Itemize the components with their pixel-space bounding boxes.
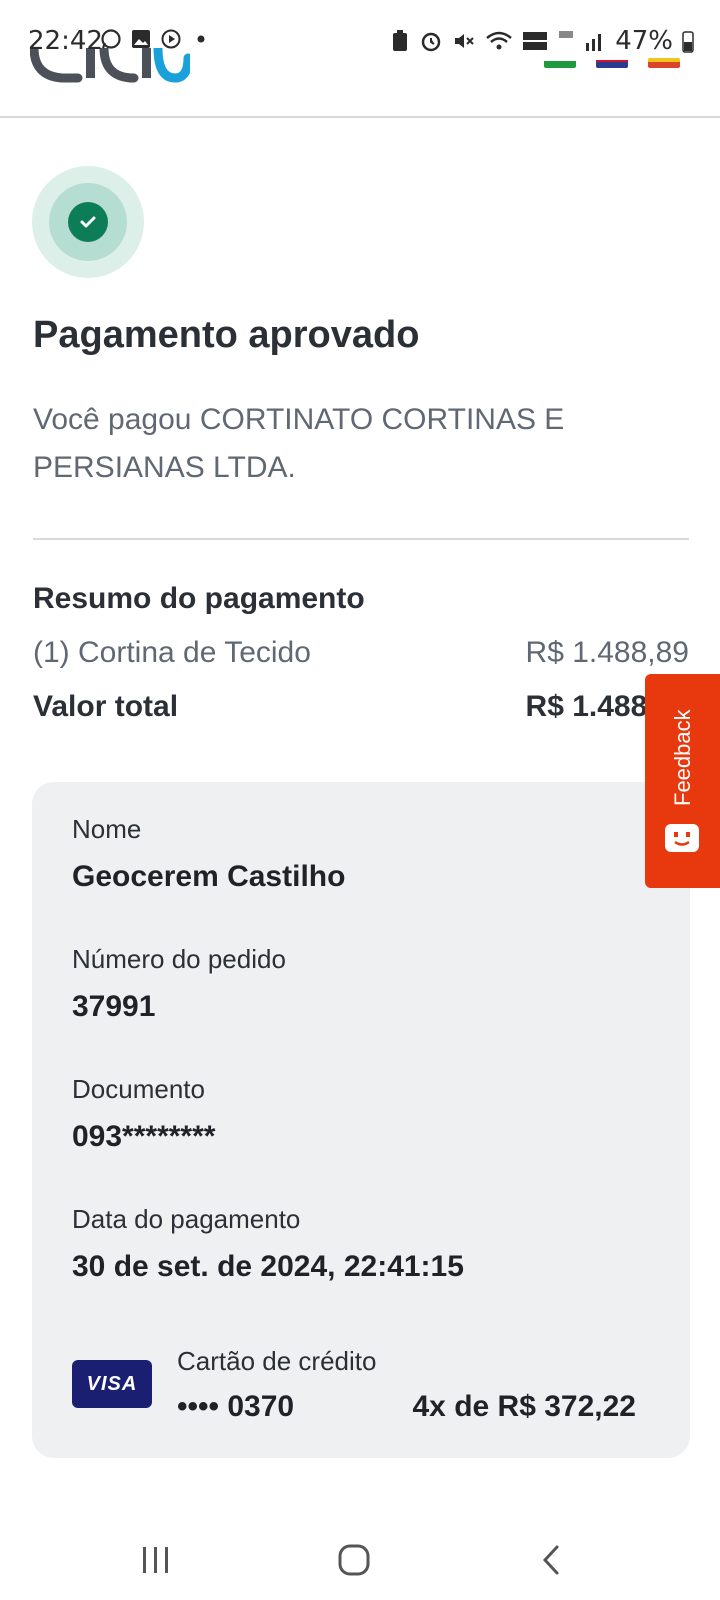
wifi-icon [486, 31, 513, 50]
back-icon[interactable] [522, 1530, 582, 1590]
payment-method: Cartão de crédito [177, 1346, 377, 1376]
date-value: 30 de set. de 2024, 22:41:15 [72, 1250, 464, 1283]
summary-item-row: (1) Cortina de Tecido R$ 1.488,89 [33, 636, 689, 670]
summary-total-row: Valor total R$ 1.488,89 [33, 690, 689, 724]
battery-saver-icon [393, 30, 408, 51]
feedback-button[interactable]: Feedback [645, 674, 720, 888]
signal-icon [586, 34, 602, 51]
system-icons: 47% [390, 26, 694, 56]
name-label: Nome [72, 814, 142, 844]
alarm-icon [421, 32, 441, 52]
page-title: Pagamento aprovado [33, 314, 420, 356]
check-icon [68, 202, 108, 242]
total-label: Valor total [33, 690, 179, 723]
whatsapp-icon [100, 28, 122, 50]
section-divider [33, 538, 689, 540]
summary-item-label: (1) Cortina de Tecido [33, 636, 311, 669]
status-bar: 22:42 47% [0, 0, 720, 82]
visa-logo: VISA [72, 1360, 152, 1408]
battery-percent: 47% [615, 26, 673, 56]
name-value: Geocerem Castilho [72, 860, 346, 893]
mute-icon [455, 34, 474, 48]
battery-icon [682, 31, 694, 53]
dot-icon [190, 28, 212, 50]
document-label: Documento [72, 1074, 205, 1104]
order-value: 37991 [72, 990, 156, 1023]
status-time: 22:42 [28, 26, 103, 56]
payment-message: Você pagou CORTINATO CORTINAS E PERSIANA… [33, 403, 565, 484]
home-icon[interactable] [324, 1530, 384, 1590]
voz-wifi-icon [523, 32, 548, 50]
header-divider [0, 116, 720, 118]
summary-title: Resumo do pagamento [33, 582, 365, 615]
play-store-icon [160, 28, 182, 50]
image-icon [130, 28, 152, 50]
date-label: Data do pagamento [72, 1204, 301, 1234]
recent-apps-icon[interactable] [126, 1530, 186, 1590]
system-navbar [0, 1520, 720, 1600]
4g-icon [559, 31, 574, 38]
installments: 4x de R$ 372,22 [412, 1390, 637, 1423]
notification-icons [100, 28, 212, 50]
order-label: Número do pedido [72, 944, 286, 974]
card-number: •••• 0370 [177, 1390, 295, 1423]
feedback-label: Feedback [669, 709, 695, 806]
document-value: 093******** [72, 1120, 216, 1153]
success-badge [32, 166, 144, 278]
smiley-icon [665, 824, 699, 852]
